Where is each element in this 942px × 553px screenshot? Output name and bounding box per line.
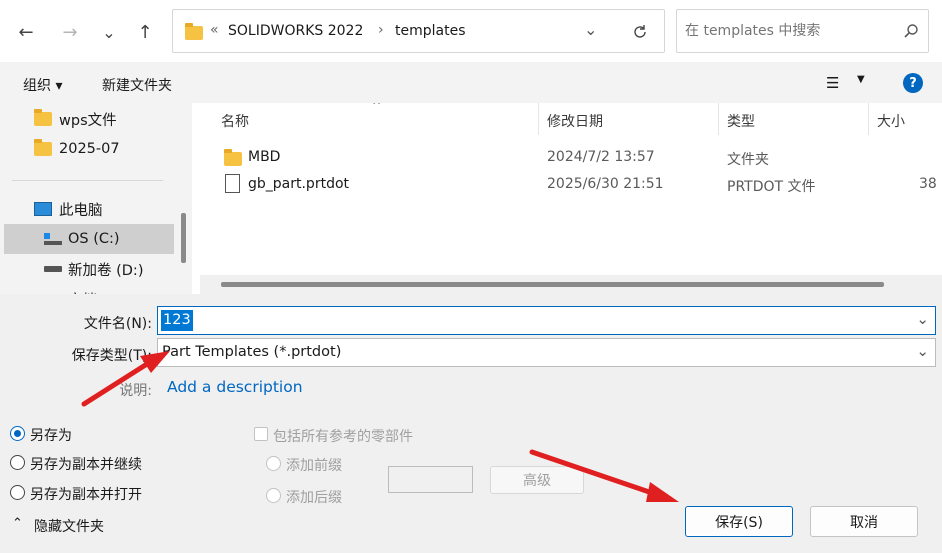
search-box[interactable] (676, 9, 929, 53)
help-button[interactable]: ? (903, 73, 923, 93)
chevron-down-icon[interactable]: ⌄ (916, 342, 929, 360)
back-button[interactable]: ← (14, 20, 38, 44)
radio-save-as[interactable] (10, 426, 25, 441)
radio-label: 添加后缀 (286, 490, 342, 506)
filename-input[interactable]: 123 (161, 310, 193, 331)
chevron-down-icon[interactable]: ⌄ (584, 20, 597, 39)
sidebar-item-2025-07[interactable]: 2025-07 (34, 134, 192, 164)
command-bar: 组织 ▾ 新建文件夹 ☰ ▼ ? (0, 62, 942, 103)
breadcrumb-separator[interactable]: › (378, 22, 384, 38)
radio-label: 另存为副本并打开 (30, 487, 142, 503)
checkbox-label: 包括所有参考的零部件 (273, 429, 413, 445)
sidebar-item-d[interactable]: 新加卷 (D:) (44, 254, 192, 284)
file-modified: 2025/6/30 21:51 (547, 176, 664, 192)
filetype-select[interactable]: Part Templates (*.prtdot) ⌄ (157, 338, 936, 367)
navigation-pane: wps文件 2025-07 此电脑 OS (C:) 新加卷 (D:) 文档 (0, 103, 192, 294)
file-list: ^ 名称 修改日期 类型 大小 MBD 2024/7/2 13:57 文件夹 g… (200, 103, 942, 294)
breadcrumb-templates[interactable]: templates (395, 23, 466, 39)
folder-icon (185, 23, 203, 40)
folder-icon (34, 139, 52, 156)
cancel-button[interactable]: 取消 (810, 506, 918, 537)
description-label: 说明: (119, 383, 152, 399)
filetype-label: 保存类型(T): (71, 348, 152, 364)
computer-icon (34, 202, 52, 216)
column-header-name[interactable]: 名称 (221, 111, 249, 131)
save-button[interactable]: 保存(S) (685, 506, 793, 537)
add-description-link[interactable]: Add a description (167, 378, 303, 396)
radio-label: 添加前缀 (286, 458, 342, 474)
windows-drive-icon (44, 233, 62, 245)
filename-field[interactable]: 123 ⌄ (157, 306, 936, 335)
sidebar-item-this-pc[interactable]: 此电脑 (34, 194, 192, 224)
file-name: gb_part.prtdot (248, 176, 350, 192)
search-icon[interactable] (903, 23, 919, 39)
sidebar-scrollbar[interactable] (181, 213, 186, 263)
folder-icon (224, 149, 242, 166)
column-header-modified[interactable]: 修改日期 (547, 111, 603, 131)
radio-label: 另存为 (30, 428, 72, 444)
save-form: 文件名(N): 123 ⌄ 保存类型(T): Part Templates (*… (0, 294, 942, 420)
sidebar-item-label: 此电脑 (59, 202, 103, 219)
organize-menu[interactable]: 组织 ▾ (23, 75, 62, 95)
chevron-down-icon[interactable]: ▼ (857, 74, 865, 85)
file-name: MBD (248, 149, 281, 165)
sort-ascending-icon: ^ (372, 103, 382, 112)
forward-button[interactable]: → (58, 20, 82, 44)
breadcrumb-overflow[interactable]: « (210, 22, 219, 38)
new-folder-button[interactable]: 新建文件夹 (102, 75, 172, 95)
folder-icon (34, 109, 52, 126)
filetype-value: Part Templates (*.prtdot) (162, 344, 342, 360)
radio-save-copy-continue[interactable] (10, 455, 25, 470)
sidebar-item-label: wps文件 (59, 112, 117, 129)
radio-save-copy-open[interactable] (10, 485, 25, 500)
chevron-up-icon[interactable]: ⌃ (12, 516, 23, 531)
file-modified: 2024/7/2 13:57 (547, 149, 655, 165)
divider (12, 180, 163, 181)
sidebar-item-label: OS (C:) (68, 231, 120, 247)
sidebar-item-label: 2025-07 (59, 141, 120, 157)
file-type: 文件夹 (727, 152, 769, 168)
file-icon (225, 174, 240, 193)
sidebar-item-docs[interactable]: 文档 (44, 284, 192, 295)
search-input[interactable] (685, 20, 890, 42)
sidebar-item-os-c[interactable]: OS (C:) (44, 224, 192, 254)
prefix-suffix-input[interactable] (388, 466, 473, 493)
refresh-icon[interactable] (631, 23, 649, 41)
radio-add-suffix[interactable] (266, 488, 281, 503)
file-type: PRTDOT 文件 (727, 179, 816, 195)
sidebar-item-wps[interactable]: wps文件 (34, 104, 192, 134)
file-size: 38 (919, 176, 937, 192)
breadcrumb-solidworks[interactable]: SOLIDWORKS 2022 (228, 23, 363, 39)
recent-locations-button[interactable]: ⌄ (97, 20, 121, 44)
view-options-button[interactable]: ☰ (826, 74, 839, 92)
radio-add-prefix[interactable] (266, 456, 281, 471)
advanced-button[interactable]: 高级 (490, 466, 584, 494)
horizontal-scrollbar-thumb[interactable] (221, 282, 884, 287)
column-header-type[interactable]: 类型 (727, 111, 755, 131)
save-options-area: 另存为 另存为副本并继续 另存为副本并打开 包括所有参考的零部件 添加前缀 添加… (0, 420, 942, 553)
radio-label: 另存为副本并继续 (30, 457, 142, 473)
column-header-size[interactable]: 大小 (877, 111, 905, 131)
up-button[interactable]: ↑ (133, 20, 157, 44)
filename-label: 文件名(N): (83, 316, 152, 332)
include-refs-checkbox[interactable] (254, 427, 268, 441)
hide-folders-toggle[interactable]: 隐藏文件夹 (34, 516, 104, 536)
sidebar-item-label: 新加卷 (D:) (68, 262, 144, 279)
drive-icon (44, 266, 62, 272)
address-bar[interactable]: « SOLIDWORKS 2022 › templates ⌄ (172, 9, 665, 53)
chevron-down-icon[interactable]: ⌄ (916, 310, 929, 328)
